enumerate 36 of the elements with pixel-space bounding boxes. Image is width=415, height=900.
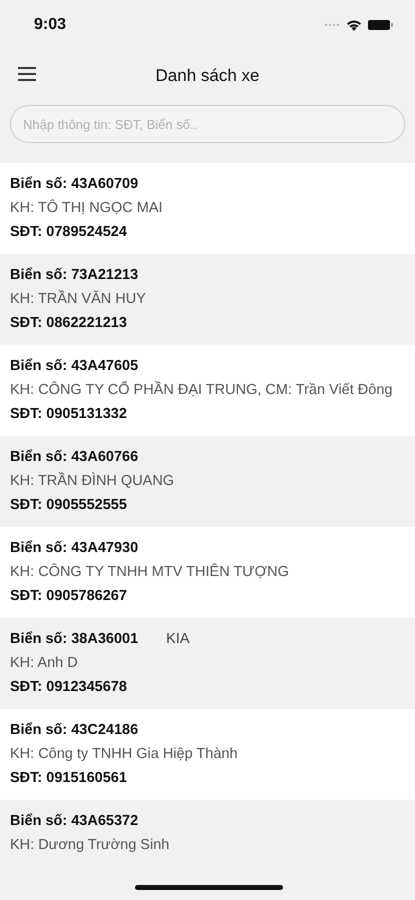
vehicle-brand: KIA <box>166 630 190 649</box>
phone-number: SĐT: 0915160561 <box>10 769 128 788</box>
vehicle-row[interactable]: Biển số: 43A60709 KH: TÔ THỊ NGỌC MAI SĐT: 0789524524 <box>0 163 415 254</box>
plate-number: Biển số: 43C24186 <box>10 721 138 740</box>
phone-number: SĐT: 0905786267 <box>10 587 128 606</box>
customer-name: KH: CÔNG TY CỔ PHẦN ĐẠI TRUNG, CM: Trần Viết Đông <box>10 380 394 400</box>
plate-number: Biển số: 43A65372 <box>10 812 138 831</box>
phone-number: SĐT: 0905131332 <box>10 405 128 424</box>
screen-title: Danh sách xe <box>156 66 260 86</box>
vehicle-row[interactable]: Biển số: 43A47605 KH: CÔNG TY CỔ PHẦN ĐẠI TRUNG, CM: Trần Viết Đông SĐT: 0905131332 <box>0 345 415 436</box>
customer-name: KH: Anh D <box>10 654 79 673</box>
wifi-icon <box>346 19 362 31</box>
customer-name: KH: TÔ THỊ NGỌC MAI <box>10 198 164 218</box>
customer-name: KH: TRẦN ĐÌNH QUANG <box>10 471 176 491</box>
phone-number: SĐT: 0789524524 <box>10 223 128 242</box>
plate-number: Biển số: 38A36001 <box>10 630 138 649</box>
signal-icon <box>324 23 340 27</box>
plate-number: Biển số: 43A47605 <box>10 357 138 376</box>
status-time: 9:03 <box>34 16 66 34</box>
customer-name: KH: Dương Trường Sinh <box>10 836 170 855</box>
battery-icon <box>368 19 393 31</box>
plate-number: Biển số: 43A60709 <box>10 175 138 194</box>
customer-name: KH: CÔNG TY TNHH MTV THIÊN TƯỢNG <box>10 562 290 582</box>
plate-number: Biển số: 73A21213 <box>10 266 138 285</box>
menu-icon <box>18 66 36 82</box>
phone-number: SĐT: 0912345678 <box>10 678 128 697</box>
phone-number: SĐT: 0905552555 <box>10 496 128 515</box>
phone-number: SĐT: 0862221213 <box>10 314 128 333</box>
plate-number: Biển số: 43A47930 <box>10 539 138 558</box>
vehicle-row[interactable]: Biển số: 43C24186 KH: Công ty TNHH Gia Hiệp Thành SĐT: 0915160561 <box>0 709 415 800</box>
customer-name: KH: Công ty TNHH Gia Hiệp Thành <box>10 745 239 764</box>
vehicle-row[interactable]: Biển số: 43A47930 KH: CÔNG TY TNHH MTV THIÊN TƯỢNG SĐT: 0905786267 <box>0 527 415 618</box>
menu-button[interactable] <box>18 66 38 84</box>
plate-number: Biển số: 43A60766 <box>10 448 138 467</box>
customer-name: KH: TRẦN VĂN HUY <box>10 289 147 309</box>
search-field[interactable]: Nhập thông tin: SĐT, Biển số.. <box>10 105 405 143</box>
